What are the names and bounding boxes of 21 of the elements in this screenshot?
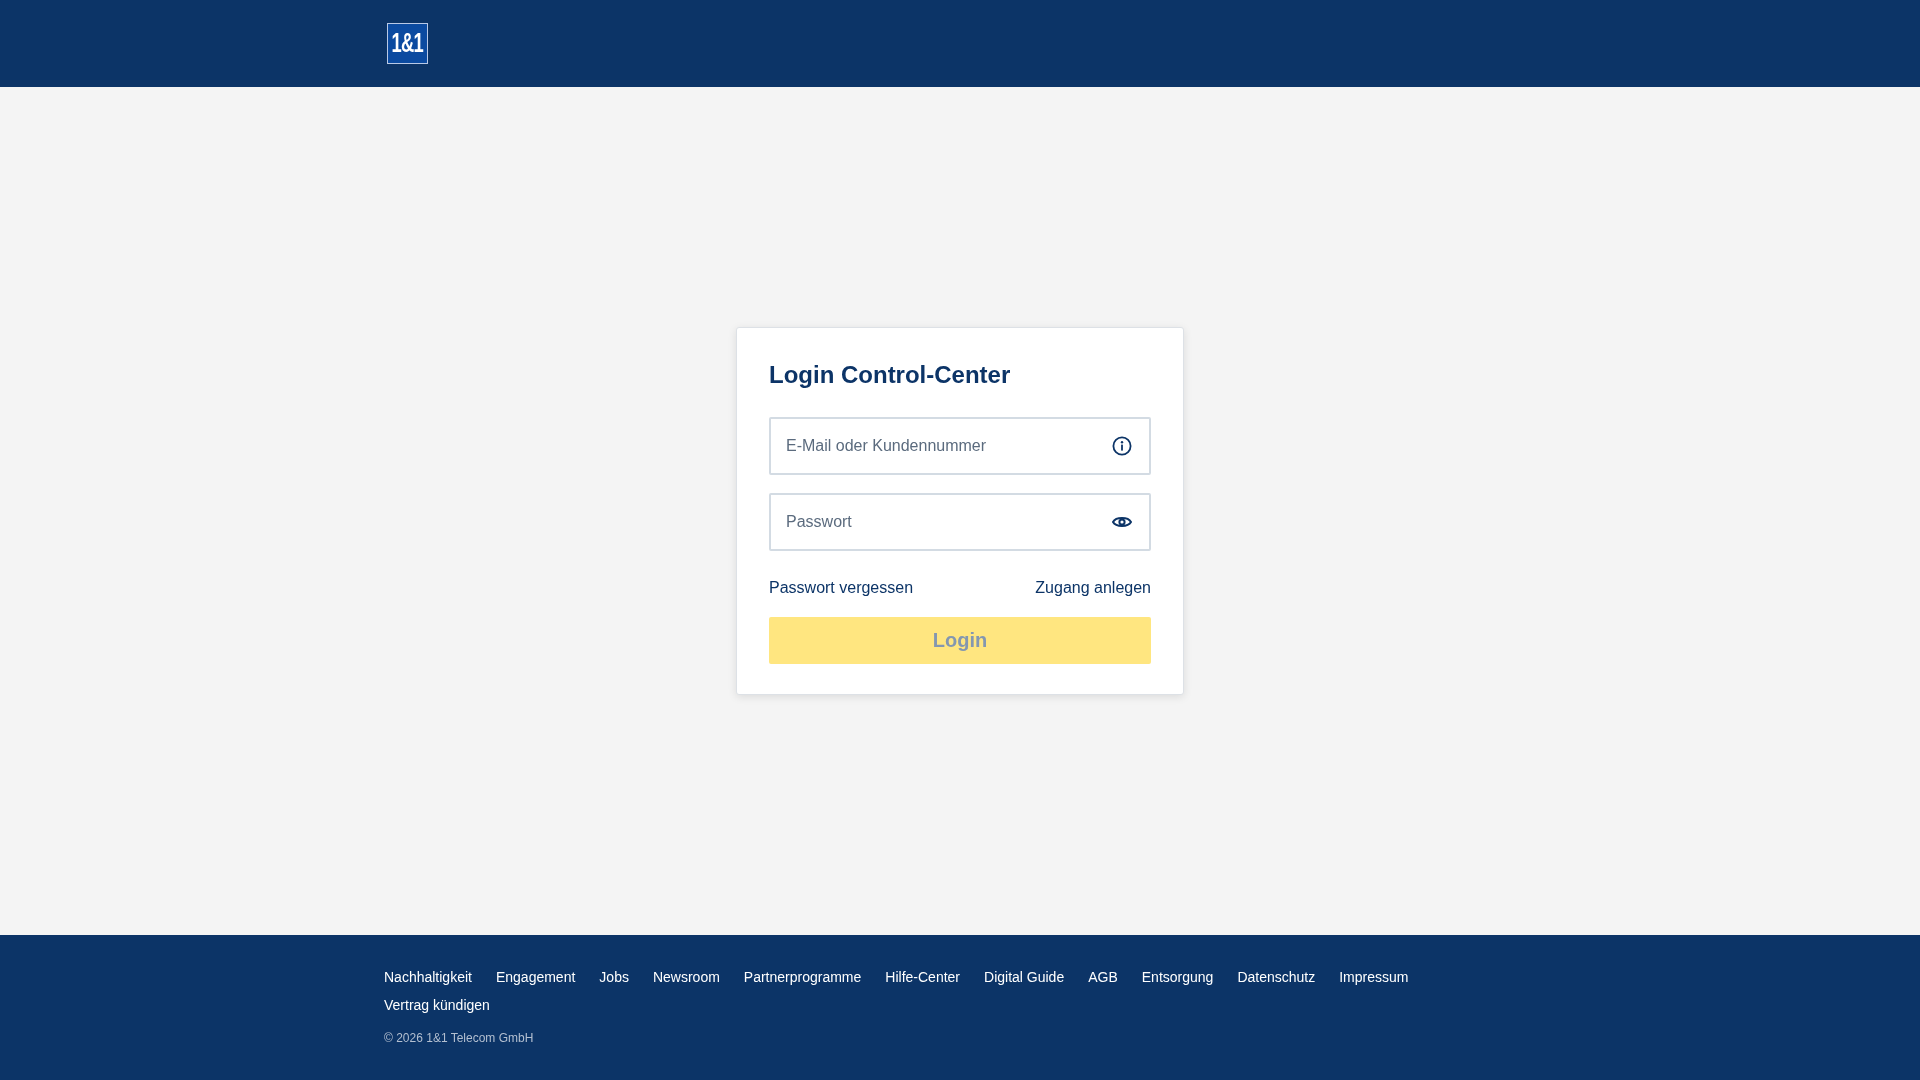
login-title: Login Control-Center [769, 360, 1012, 389]
footer-link[interactable]: Partnerprogramme [743, 963, 862, 991]
info-icon[interactable] [1112, 436, 1132, 456]
copyright-text: © 2026 1&1 Telecom GmbH [384, 1031, 534, 1045]
footer-link[interactable]: AGB [1088, 963, 1118, 991]
password-field[interactable]: Passwort [769, 493, 1151, 551]
footer-link[interactable]: Vertrag kündigen [384, 991, 490, 1019]
footer-link[interactable]: Newsroom [652, 963, 720, 991]
footer-link[interactable]: Digital Guide [984, 963, 1065, 991]
footer-link[interactable]: Impressum [1339, 963, 1409, 991]
link[interactable]: Passwort vergessen [769, 578, 914, 597]
email-field[interactable]: E-Mail oder Kundennummer [769, 417, 1151, 475]
footer-link[interactable]: Hilfe-Center [885, 963, 961, 991]
footer-link[interactable]: Datenschutz [1237, 963, 1316, 991]
eye-icon[interactable] [1112, 515, 1132, 529]
footer-link[interactable]: Jobs [599, 963, 629, 991]
logo[interactable]: 1&1 [387, 23, 428, 64]
link[interactable]: Zugang anlegen [1035, 578, 1151, 597]
footer-link[interactable]: Engagement [495, 963, 576, 991]
footer-link[interactable]: Nachhaltigkeit [384, 963, 472, 991]
footer-link[interactable]: Entsorgung [1141, 963, 1214, 991]
